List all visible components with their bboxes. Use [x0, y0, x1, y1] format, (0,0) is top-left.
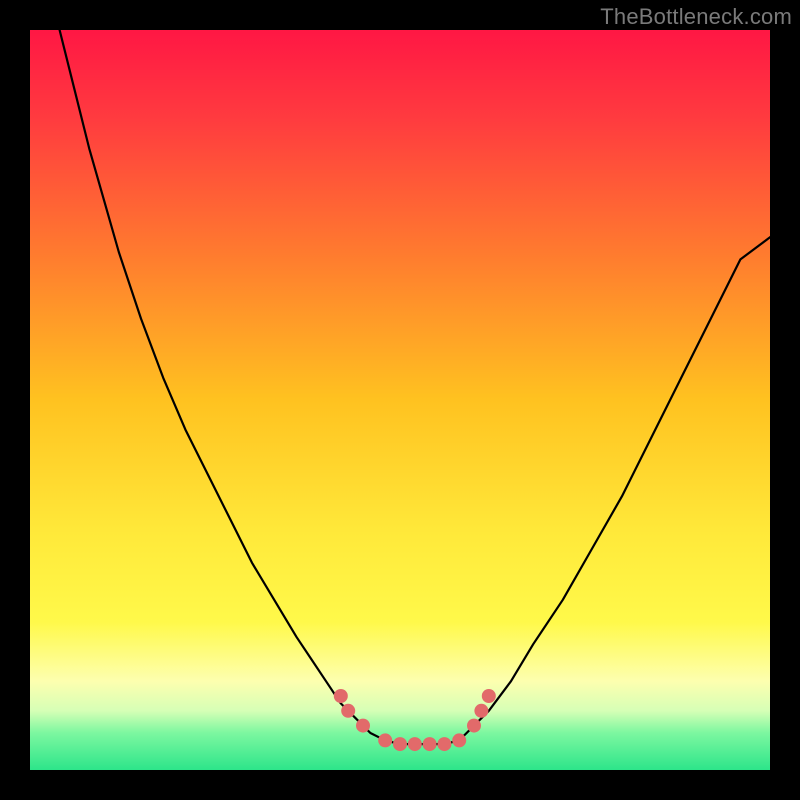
marker-point [452, 733, 466, 747]
marker-point [356, 719, 370, 733]
marker-point [437, 737, 451, 751]
marker-point [378, 733, 392, 747]
marker-point [341, 704, 355, 718]
marker-point [482, 689, 496, 703]
marker-point [334, 689, 348, 703]
marker-point [393, 737, 407, 751]
chart-frame: TheBottleneck.com [0, 0, 800, 800]
marker-point [408, 737, 422, 751]
chart-svg [30, 30, 770, 770]
marker-point [467, 719, 481, 733]
plot-area [30, 30, 770, 770]
gradient-background [30, 30, 770, 770]
marker-point [423, 737, 437, 751]
watermark-text: TheBottleneck.com [600, 4, 792, 30]
marker-point [474, 704, 488, 718]
